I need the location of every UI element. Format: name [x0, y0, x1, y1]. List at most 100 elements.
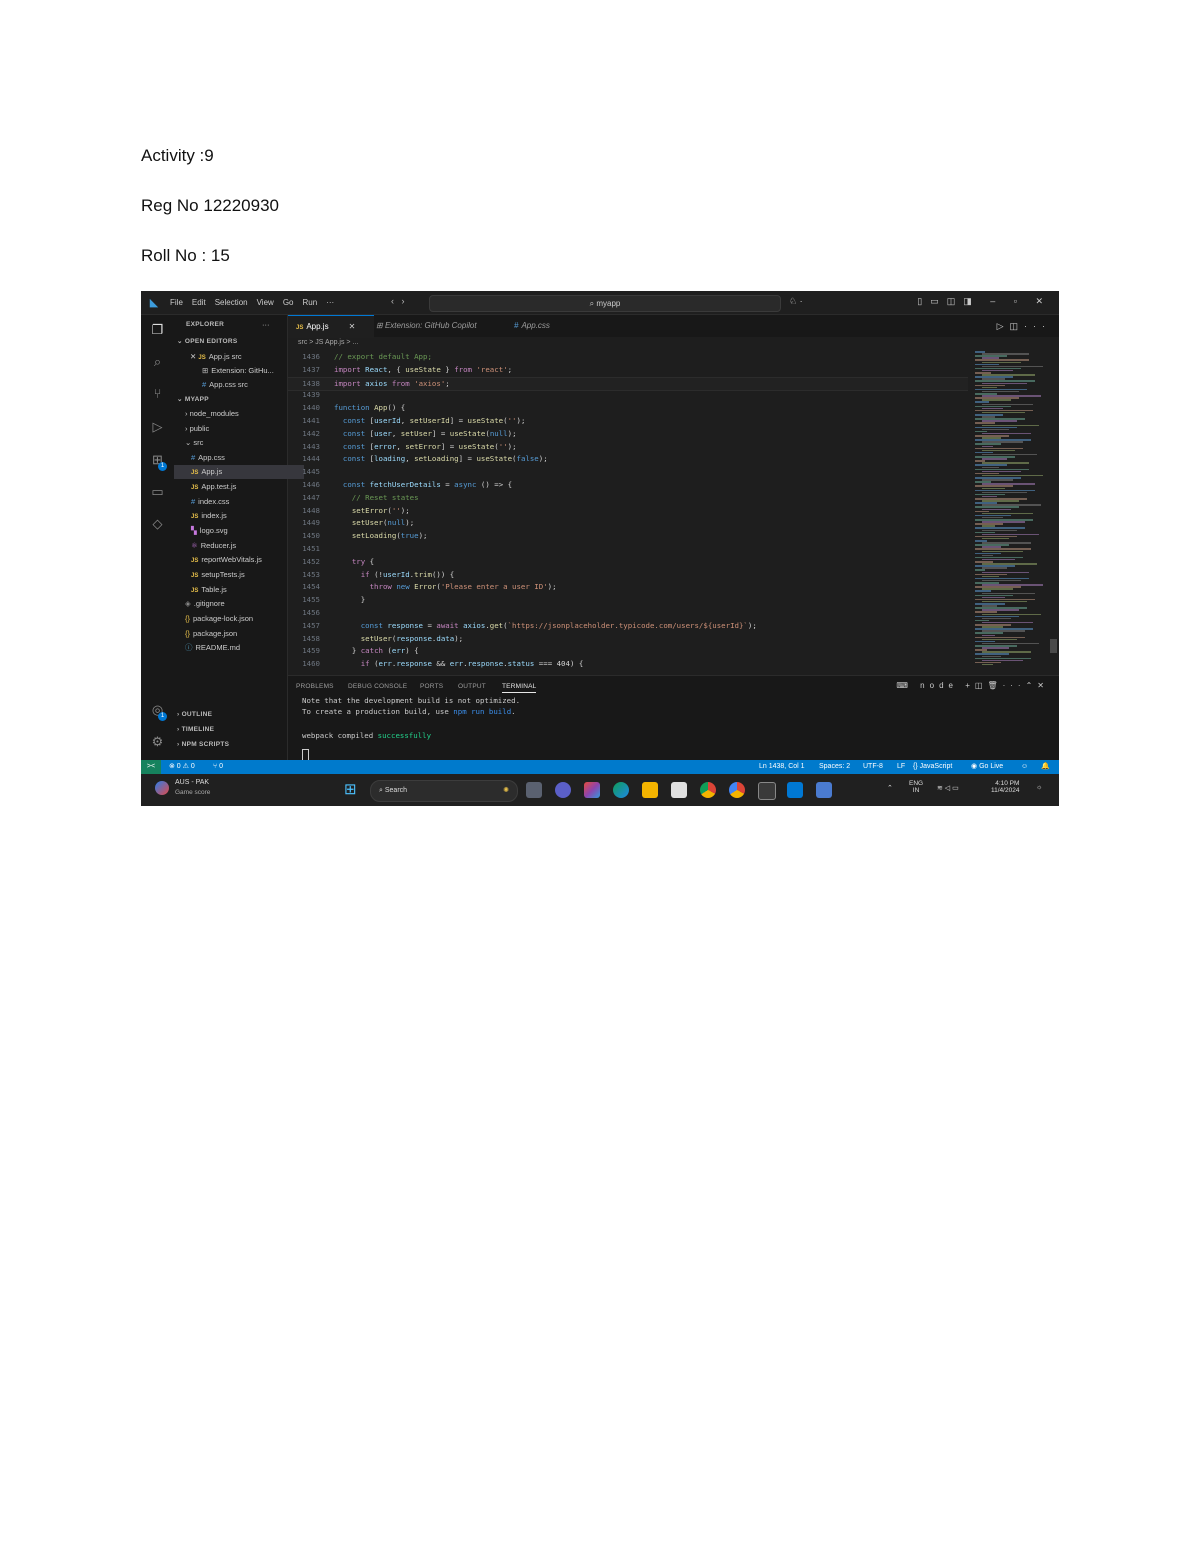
notification-bell-icon[interactable]: ☼ [1036, 784, 1042, 791]
close-icon[interactable]: ✕ [349, 322, 356, 331]
problems-status[interactable]: ⊗ 0 ⚠ 0 [169, 760, 195, 774]
tree-file[interactable]: ⓘ README.md [174, 641, 298, 655]
code-line[interactable]: 1457 const response = await axios.get(`h… [288, 620, 968, 633]
code-line[interactable]: 1441 const [userId, setUserId] = useStat… [288, 415, 968, 428]
cursor-position[interactable]: Ln 1438, Col 1 [759, 760, 805, 774]
weather-widget-icon[interactable] [155, 781, 169, 795]
menu-more[interactable]: ··· [326, 298, 334, 307]
breadcrumb[interactable]: src > JS App.js > ... [298, 339, 358, 346]
encoding[interactable]: UTF-8 [863, 760, 883, 774]
split-terminal-icon[interactable]: ◫ [975, 681, 988, 690]
menu-file[interactable]: File [170, 298, 183, 307]
tree-file[interactable]: {} package-lock.json [174, 612, 298, 626]
editor-scrollbar[interactable] [1050, 639, 1057, 653]
code-line[interactable]: 1447 // Reset states [288, 492, 968, 505]
tree-folder-node-modules[interactable]: › node_modules [174, 407, 298, 421]
chrome-canary-icon[interactable] [729, 782, 745, 798]
ports-status[interactable]: ⑂ 0 [213, 760, 223, 774]
task-view-icon[interactable] [526, 782, 542, 798]
tab-copilot[interactable]: ⊞ Extension: GitHub Copilot [368, 315, 485, 337]
notifications-icon[interactable]: 🔔 [1041, 760, 1050, 774]
split-editor-icon[interactable]: ◫ [1009, 321, 1024, 331]
code-line[interactable]: 1459 } catch (err) { [288, 645, 968, 658]
copilot-status-icon[interactable]: ☺ [1021, 760, 1028, 774]
close-icon[interactable]: ✕ [1037, 681, 1049, 690]
open-editors-header[interactable]: ⌄ OPEN EDITORS [174, 335, 290, 349]
teams-icon[interactable] [555, 782, 571, 798]
app-icon[interactable] [816, 782, 832, 798]
code-line[interactable]: 1452 try { [288, 556, 968, 569]
chevron-up-icon[interactable]: ⌃ [887, 784, 893, 792]
command-center-search[interactable]: ⌕ myapp [429, 295, 781, 312]
tab-problems[interactable]: PROBLEMS [296, 683, 334, 690]
window-controls[interactable]: ▯▭◫◨ – ▫ ✕ [917, 296, 1051, 307]
tab-ports[interactable]: PORTS [420, 683, 443, 690]
tab-appcss[interactable]: # App.css [506, 315, 558, 337]
terminal-name[interactable]: node [920, 681, 958, 690]
run-icon[interactable]: ▷ [997, 321, 1010, 331]
code-line[interactable]: 1440 function App() { [288, 402, 968, 415]
indentation[interactable]: Spaces: 2 [819, 760, 850, 774]
code-line[interactable]: 1449 setUser(null); [288, 517, 968, 530]
language-mode[interactable]: {} JavaScript [913, 760, 952, 774]
run-debug-icon[interactable]: ▷ [149, 418, 166, 435]
tab-output[interactable]: OUTPUT [458, 683, 486, 690]
tree-file[interactable]: ⚛ Reducer.js [174, 539, 304, 553]
tree-file[interactable]: JS index.js [174, 509, 304, 523]
tree-file[interactable]: JS setupTests.js [174, 568, 304, 582]
tree-file[interactable]: JS Table.js [174, 583, 304, 597]
editor-actions[interactable]: ▷◫··· [997, 321, 1051, 332]
tree-file[interactable]: JS reportWebVitals.js [174, 553, 304, 567]
code-line[interactable]: 1458 setUser(response.data); [288, 633, 968, 646]
code-line[interactable]: 1436 // export default App; [288, 351, 968, 364]
search-icon[interactable]: ⌕ [149, 353, 166, 370]
remote-explorer-icon[interactable]: ▭ [149, 483, 166, 500]
code-editor[interactable]: 1436 // export default App; 1437 import Rea… [288, 351, 968, 673]
language-indicator[interactable]: ENG IN [909, 780, 923, 794]
timeline-header[interactable]: › TIMELINE [174, 723, 290, 737]
clock[interactable]: 4:10 PM 11/4/2024 [991, 780, 1019, 794]
code-line[interactable]: 1448 setError(''); [288, 505, 968, 518]
code-line[interactable]: 1450 setLoading(true); [288, 530, 968, 543]
edge-icon[interactable] [613, 782, 629, 798]
tab-appjs[interactable]: JS App.js ✕ [288, 315, 374, 338]
tree-file[interactable]: # App.css [174, 451, 304, 465]
more-icon[interactable]: ··· [1024, 321, 1051, 331]
tree-folder-src[interactable]: ⌄ src [174, 436, 298, 450]
tab-debug-console[interactable]: DEBUG CONSOLE [348, 683, 407, 690]
tree-file[interactable]: # index.css [174, 495, 304, 509]
code-line[interactable]: 1454 throw new Error('Please enter a use… [288, 581, 968, 594]
tree-file[interactable]: ◈ .gitignore [174, 597, 298, 611]
golive-button[interactable]: ◉ Go Live [971, 760, 1003, 774]
eol[interactable]: LF [897, 760, 905, 774]
copilot-chat-icon[interactable]: ◇ [149, 515, 166, 532]
store-icon[interactable] [671, 782, 687, 798]
code-line[interactable]: 1445 [288, 466, 968, 479]
minimap[interactable] [971, 351, 1049, 671]
outline-header[interactable]: › OUTLINE [174, 708, 290, 722]
taskbar-search[interactable]: ⌕ Search ✺ [370, 780, 518, 802]
code-line[interactable]: 1444 const [loading, setLoading] = useSt… [288, 453, 968, 466]
tree-file[interactable]: JS App.test.js [174, 480, 304, 494]
vscode-taskbar-icon[interactable] [787, 782, 803, 798]
more-icon[interactable]: ··· [1003, 681, 1026, 690]
code-line[interactable]: 1451 [288, 543, 968, 556]
code-line[interactable]: 1446 const fetchUserDetails = async () =… [288, 479, 968, 492]
project-header[interactable]: ⌄ MYAPP [174, 393, 290, 407]
start-menu-icon[interactable]: ⊞ [344, 782, 360, 798]
menu-go[interactable]: Go [283, 298, 294, 307]
tab-terminal[interactable]: TERMINAL [502, 683, 537, 693]
chrome-icon[interactable] [700, 782, 716, 798]
menu-run[interactable]: Run [302, 298, 317, 307]
menu-selection[interactable]: Selection [215, 298, 248, 307]
code-line[interactable]: 1453 if (!userId.trim()) { [288, 569, 968, 582]
copilot-icon[interactable]: ♘ · [789, 296, 803, 307]
tree-file[interactable]: ▚ logo.svg [174, 524, 304, 538]
open-editor-appjs[interactable]: ✕ JS App.js src [174, 350, 303, 364]
file-explorer-icon[interactable] [642, 782, 658, 798]
code-line[interactable]: 1456 [288, 607, 968, 620]
npm-scripts-header[interactable]: › NPM SCRIPTS [174, 738, 290, 752]
add-terminal-icon[interactable]: + [965, 681, 975, 690]
menu-edit[interactable]: Edit [192, 298, 206, 307]
copilot-icon[interactable] [584, 782, 600, 798]
